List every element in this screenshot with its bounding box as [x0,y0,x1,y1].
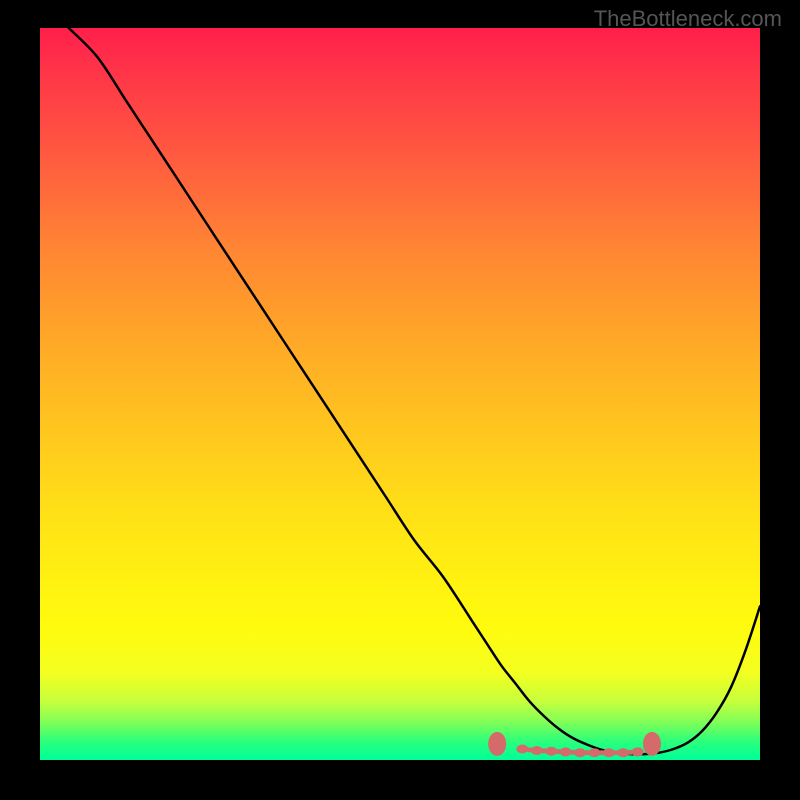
marker-dash [555,749,561,754]
marker-dot [603,748,615,757]
marker-dot [588,748,600,757]
marker-dot [545,747,557,756]
marker-dot [531,746,543,755]
marker-dash [627,750,633,755]
marker-dot [560,747,572,756]
bottleneck-curve [69,28,760,754]
watermark-text: TheBottleneck.com [594,6,782,32]
marker-dot [488,732,506,756]
marker-dash [526,747,532,752]
optimal-range-markers [488,732,661,757]
marker-dash [570,750,576,755]
marker-dot [643,732,661,756]
marker-dash [598,750,604,755]
marker-dot [516,745,528,754]
marker-dot [574,748,586,757]
chart-plot-area [40,28,760,760]
marker-dash [541,748,547,753]
marker-dash [584,750,590,755]
marker-dot [617,748,629,757]
marker-dot [632,747,644,756]
marker-dash [613,750,619,755]
chart-svg [40,28,760,760]
